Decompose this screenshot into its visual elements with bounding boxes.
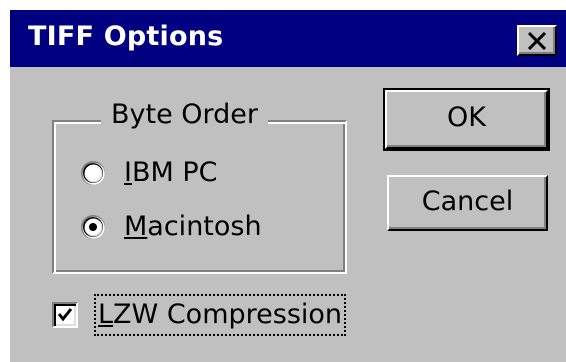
lzw-compression-label: LZW Compression — [94, 294, 347, 336]
cancel-button[interactable]: Cancel — [387, 175, 548, 231]
radio-macintosh[interactable]: Macintosh — [80, 209, 262, 245]
dialog-title: TIFF Options — [28, 21, 224, 52]
radio-selected-icon — [81, 215, 105, 239]
radio-ibm-pc[interactable]: IBM PC — [80, 155, 218, 191]
lzw-compression-option[interactable]: LZW Compression — [52, 290, 347, 340]
radio-button-macintosh[interactable] — [80, 214, 106, 240]
ok-button[interactable]: OK — [383, 88, 550, 151]
tiff-options-dialog: TIFF Options Byte Order IBM PC Macintosh… — [10, 10, 566, 362]
radio-label-macintosh: Macintosh — [124, 211, 262, 242]
lzw-compression-checkbox[interactable] — [52, 302, 78, 328]
close-icon — [528, 32, 546, 50]
byte-order-group — [52, 120, 347, 274]
title-bar: TIFF Options — [10, 10, 566, 67]
radio-circle-icon — [81, 161, 105, 185]
checkmark-icon — [57, 308, 73, 322]
radio-label-ibm-pc: IBM PC — [124, 157, 218, 188]
close-button[interactable] — [517, 25, 557, 56]
byte-order-label: Byte Order — [101, 97, 269, 133]
radio-button-ibm-pc[interactable] — [80, 160, 106, 186]
